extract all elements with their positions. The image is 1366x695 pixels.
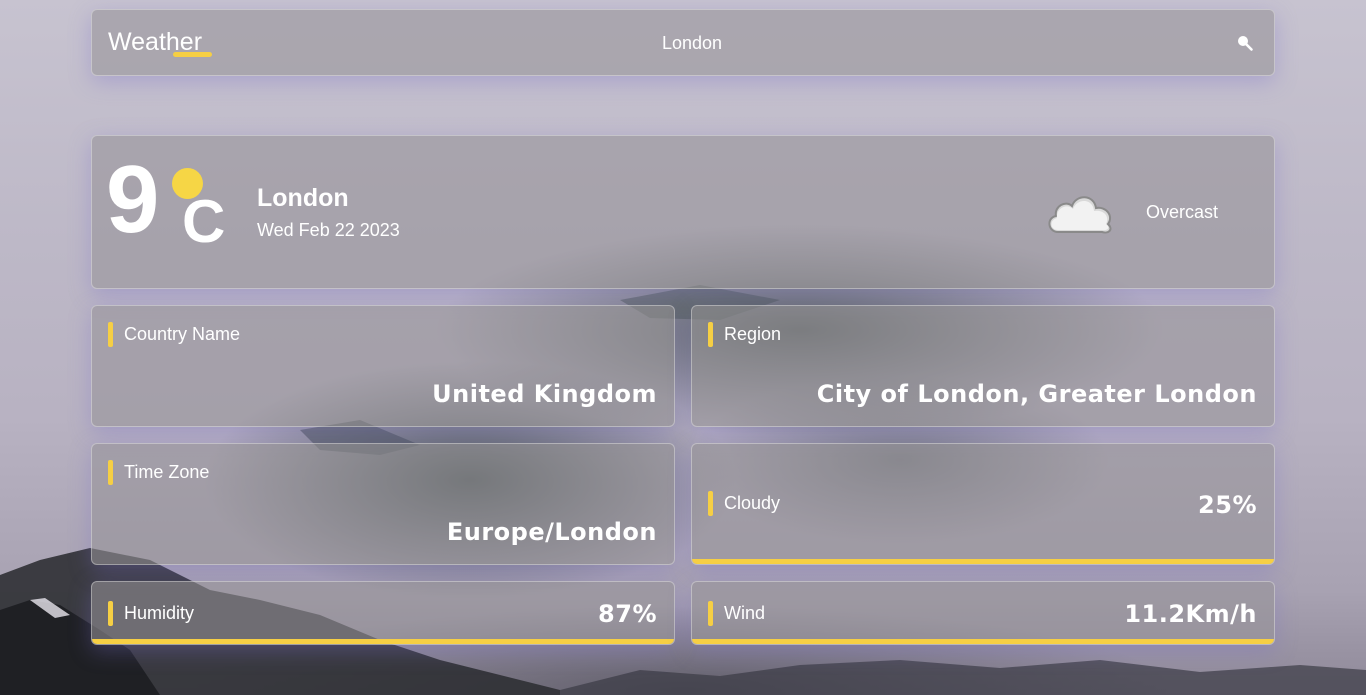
city-name: London	[257, 184, 349, 212]
wind-card: Wind 11.2Km/h	[691, 581, 1275, 645]
timezone-card: Time Zone Europe/London	[91, 443, 675, 565]
label-accent	[108, 322, 113, 347]
humidity-progress-bar	[92, 639, 674, 644]
country-card: Country Name United Kingdom	[91, 305, 675, 427]
brand-underline	[173, 52, 212, 57]
search-icon	[1238, 36, 1253, 51]
country-value: United Kingdom	[432, 380, 657, 408]
cloudy-card: Cloudy 25%	[691, 443, 1275, 565]
cloudy-label: Cloudy	[724, 493, 781, 513]
temperature-unit: C	[182, 188, 226, 255]
label-accent	[108, 601, 113, 626]
humidity-label: Humidity	[124, 603, 195, 623]
wind-progress-bar	[692, 639, 1274, 644]
temperature-value: 9	[106, 146, 159, 253]
label-accent	[708, 491, 713, 516]
wind-value: 11.2Km/h	[1124, 600, 1257, 628]
label-accent	[708, 601, 713, 626]
label-accent	[708, 322, 713, 347]
search-button[interactable]	[1232, 30, 1258, 56]
country-label: Country Name	[124, 324, 241, 344]
humidity-card: Humidity 87%	[91, 581, 675, 645]
navbar: Weather	[91, 9, 1275, 76]
wind-label: Wind	[724, 603, 766, 623]
timezone-value: Europe/London	[446, 518, 657, 546]
timezone-label: Time Zone	[124, 462, 210, 482]
current-date: Wed Feb 22 2023	[257, 220, 400, 240]
current-weather-card: 9 C London Wed Feb 22 2023 Overcast	[91, 135, 1275, 289]
cloudy-value: 25%	[1198, 491, 1257, 519]
cloud-icon	[1048, 196, 1112, 234]
label-accent	[108, 460, 113, 485]
condition-text: Overcast	[1146, 202, 1219, 222]
humidity-value: 87%	[598, 600, 657, 628]
region-card: Region City of London, Greater London	[691, 305, 1275, 427]
cloudy-progress-bar	[692, 559, 1274, 564]
region-value: City of London, Greater London	[816, 380, 1257, 408]
region-label: Region	[724, 324, 782, 344]
search-input[interactable]	[562, 28, 822, 58]
